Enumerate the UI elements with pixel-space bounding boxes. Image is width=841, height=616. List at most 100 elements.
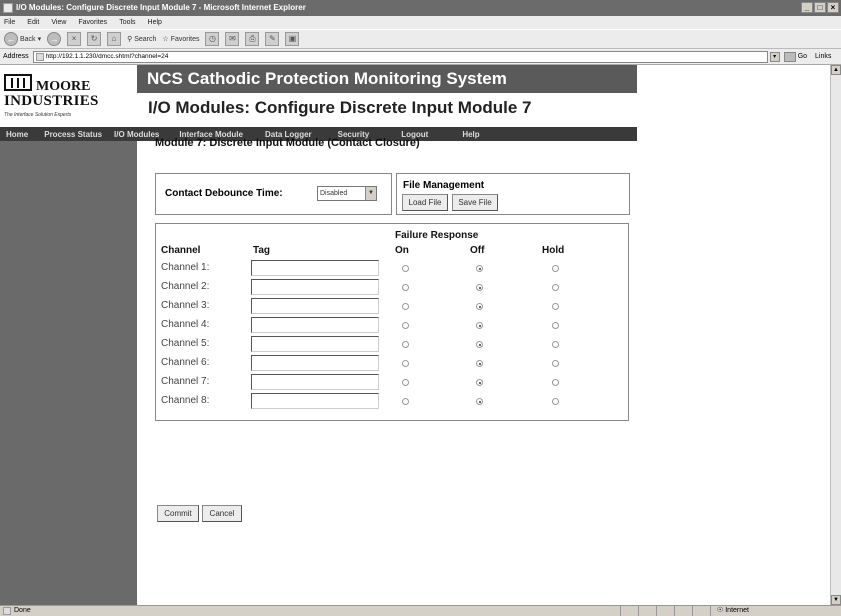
menu-file[interactable]: File (4, 16, 15, 29)
menu-favorites[interactable]: Favorites (78, 16, 107, 29)
browser-toolbar: ← Back ▾ → × ↻ ⌂ ⚲ Search ☆ Favorites ◷ … (0, 29, 841, 49)
tag-input[interactable] (251, 374, 379, 390)
star-icon: ☆ (162, 36, 169, 43)
on-radio[interactable] (402, 322, 409, 329)
off-radio[interactable] (476, 379, 483, 386)
off-radio[interactable] (476, 322, 483, 329)
nav-home[interactable]: Home (6, 130, 28, 139)
scroll-up-button[interactable]: ▲ (831, 65, 841, 75)
off-radio[interactable] (476, 341, 483, 348)
channel-label: Channel 4: (161, 319, 210, 330)
nav-io-modules[interactable]: I/O Modules (114, 130, 159, 139)
tag-input[interactable] (251, 336, 379, 352)
channel-label: Channel 6: (161, 357, 210, 368)
forward-button[interactable]: → (47, 32, 62, 46)
channel-label: Channel 3: (161, 300, 210, 311)
channel-row-7: Channel 7: (156, 373, 626, 393)
history-button[interactable]: ◷ (205, 32, 220, 46)
channel-label: Channel 2: (161, 281, 210, 292)
off-radio[interactable] (476, 360, 483, 367)
hold-radio[interactable] (552, 303, 559, 310)
channel-table: Failure Response Channel Tag On Off Hold… (155, 223, 629, 421)
debounce-panel: Contact Debounce Time: Disabled ▼ (155, 173, 392, 215)
tag-input[interactable] (251, 260, 379, 276)
home-button[interactable]: ⌂ (107, 32, 122, 46)
links-button[interactable]: Links (815, 53, 831, 60)
menu-edit[interactable]: Edit (27, 16, 39, 29)
scroll-down-button[interactable]: ▼ (831, 595, 841, 605)
go-button[interactable]: Go (783, 51, 808, 62)
off-radio[interactable] (476, 398, 483, 405)
vertical-scrollbar[interactable]: ▲ ▼ (830, 65, 841, 605)
tag-input[interactable] (251, 393, 379, 409)
discuss-button[interactable]: ▣ (285, 32, 300, 46)
channel-row-4: Channel 4: (156, 316, 626, 336)
hold-radio[interactable] (552, 265, 559, 272)
channel-column-header: Channel (161, 245, 201, 256)
back-button[interactable]: ← Back ▾ (4, 32, 41, 46)
off-radio[interactable] (476, 303, 483, 310)
stop-button[interactable]: × (67, 32, 82, 46)
system-banner: NCS Cathodic Protection Monitoring Syste… (137, 65, 637, 93)
hold-radio[interactable] (552, 341, 559, 348)
channel-row-8: Channel 8: (156, 392, 626, 412)
go-arrow-icon (783, 51, 796, 62)
tag-input[interactable] (251, 317, 379, 333)
on-radio[interactable] (402, 341, 409, 348)
off-radio[interactable] (476, 265, 483, 272)
hold-radio[interactable] (552, 360, 559, 367)
save-file-button[interactable]: Save File (452, 194, 498, 211)
debounce-value: Disabled (320, 190, 348, 197)
channel-row-3: Channel 3: (156, 297, 626, 317)
channel-row-1: Channel 1: (156, 259, 626, 279)
menu-view[interactable]: View (51, 16, 66, 29)
on-radio[interactable] (402, 360, 409, 367)
search-button[interactable]: ⚲ Search (127, 35, 156, 44)
on-radio[interactable] (402, 284, 409, 291)
address-label: Address (3, 53, 29, 60)
on-radio[interactable] (402, 379, 409, 386)
cancel-button[interactable]: Cancel (202, 505, 242, 522)
address-input[interactable]: http://192.1.1.230/dmcc.shtml?channel=24 (32, 50, 768, 63)
minimize-button[interactable]: _ (801, 2, 813, 13)
logo-tagline: The Interface Solution Experts (4, 112, 72, 118)
load-file-button[interactable]: Load File (402, 194, 448, 211)
ie-icon (3, 3, 13, 13)
tag-input[interactable] (251, 279, 379, 295)
print-button[interactable]: ⎙ (245, 32, 260, 46)
hold-radio[interactable] (552, 379, 559, 386)
menu-bar: File Edit View Favorites Tools Help (0, 16, 841, 29)
globe-icon: ☉ (717, 607, 724, 614)
menu-tools[interactable]: Tools (119, 16, 135, 29)
go-label: Go (797, 53, 808, 60)
hold-radio[interactable] (552, 398, 559, 405)
menu-help[interactable]: Help (148, 16, 162, 29)
debounce-select[interactable]: Disabled ▼ (317, 186, 377, 201)
nav-process-status[interactable]: Process Status (44, 130, 102, 139)
search-icon: ⚲ (127, 36, 133, 43)
on-radio[interactable] (402, 398, 409, 405)
on-radio[interactable] (402, 303, 409, 310)
refresh-button[interactable]: ↻ (87, 32, 102, 46)
off-radio[interactable] (476, 284, 483, 291)
file-management-label: File Management (403, 180, 485, 191)
channel-row-6: Channel 6: (156, 354, 626, 374)
on-column-header: On (395, 245, 409, 256)
page-icon (35, 52, 44, 61)
hold-radio[interactable] (552, 322, 559, 329)
edit-button[interactable]: ✎ (265, 32, 280, 46)
nav-help[interactable]: Help (462, 130, 479, 139)
hold-radio[interactable] (552, 284, 559, 291)
commit-button[interactable]: Commit (157, 505, 199, 522)
maximize-button[interactable]: □ (814, 2, 826, 13)
tag-input[interactable] (251, 355, 379, 371)
favorites-button[interactable]: ☆ Favorites (162, 35, 199, 44)
page-done-icon (3, 607, 11, 615)
tag-input[interactable] (251, 298, 379, 314)
logo-mark (4, 74, 32, 91)
close-button[interactable]: × (827, 2, 839, 13)
mail-button[interactable]: ✉ (225, 32, 240, 46)
on-radio[interactable] (402, 265, 409, 272)
tag-column-header: Tag (253, 245, 271, 256)
address-dropdown-button[interactable]: ▾ (769, 51, 780, 62)
